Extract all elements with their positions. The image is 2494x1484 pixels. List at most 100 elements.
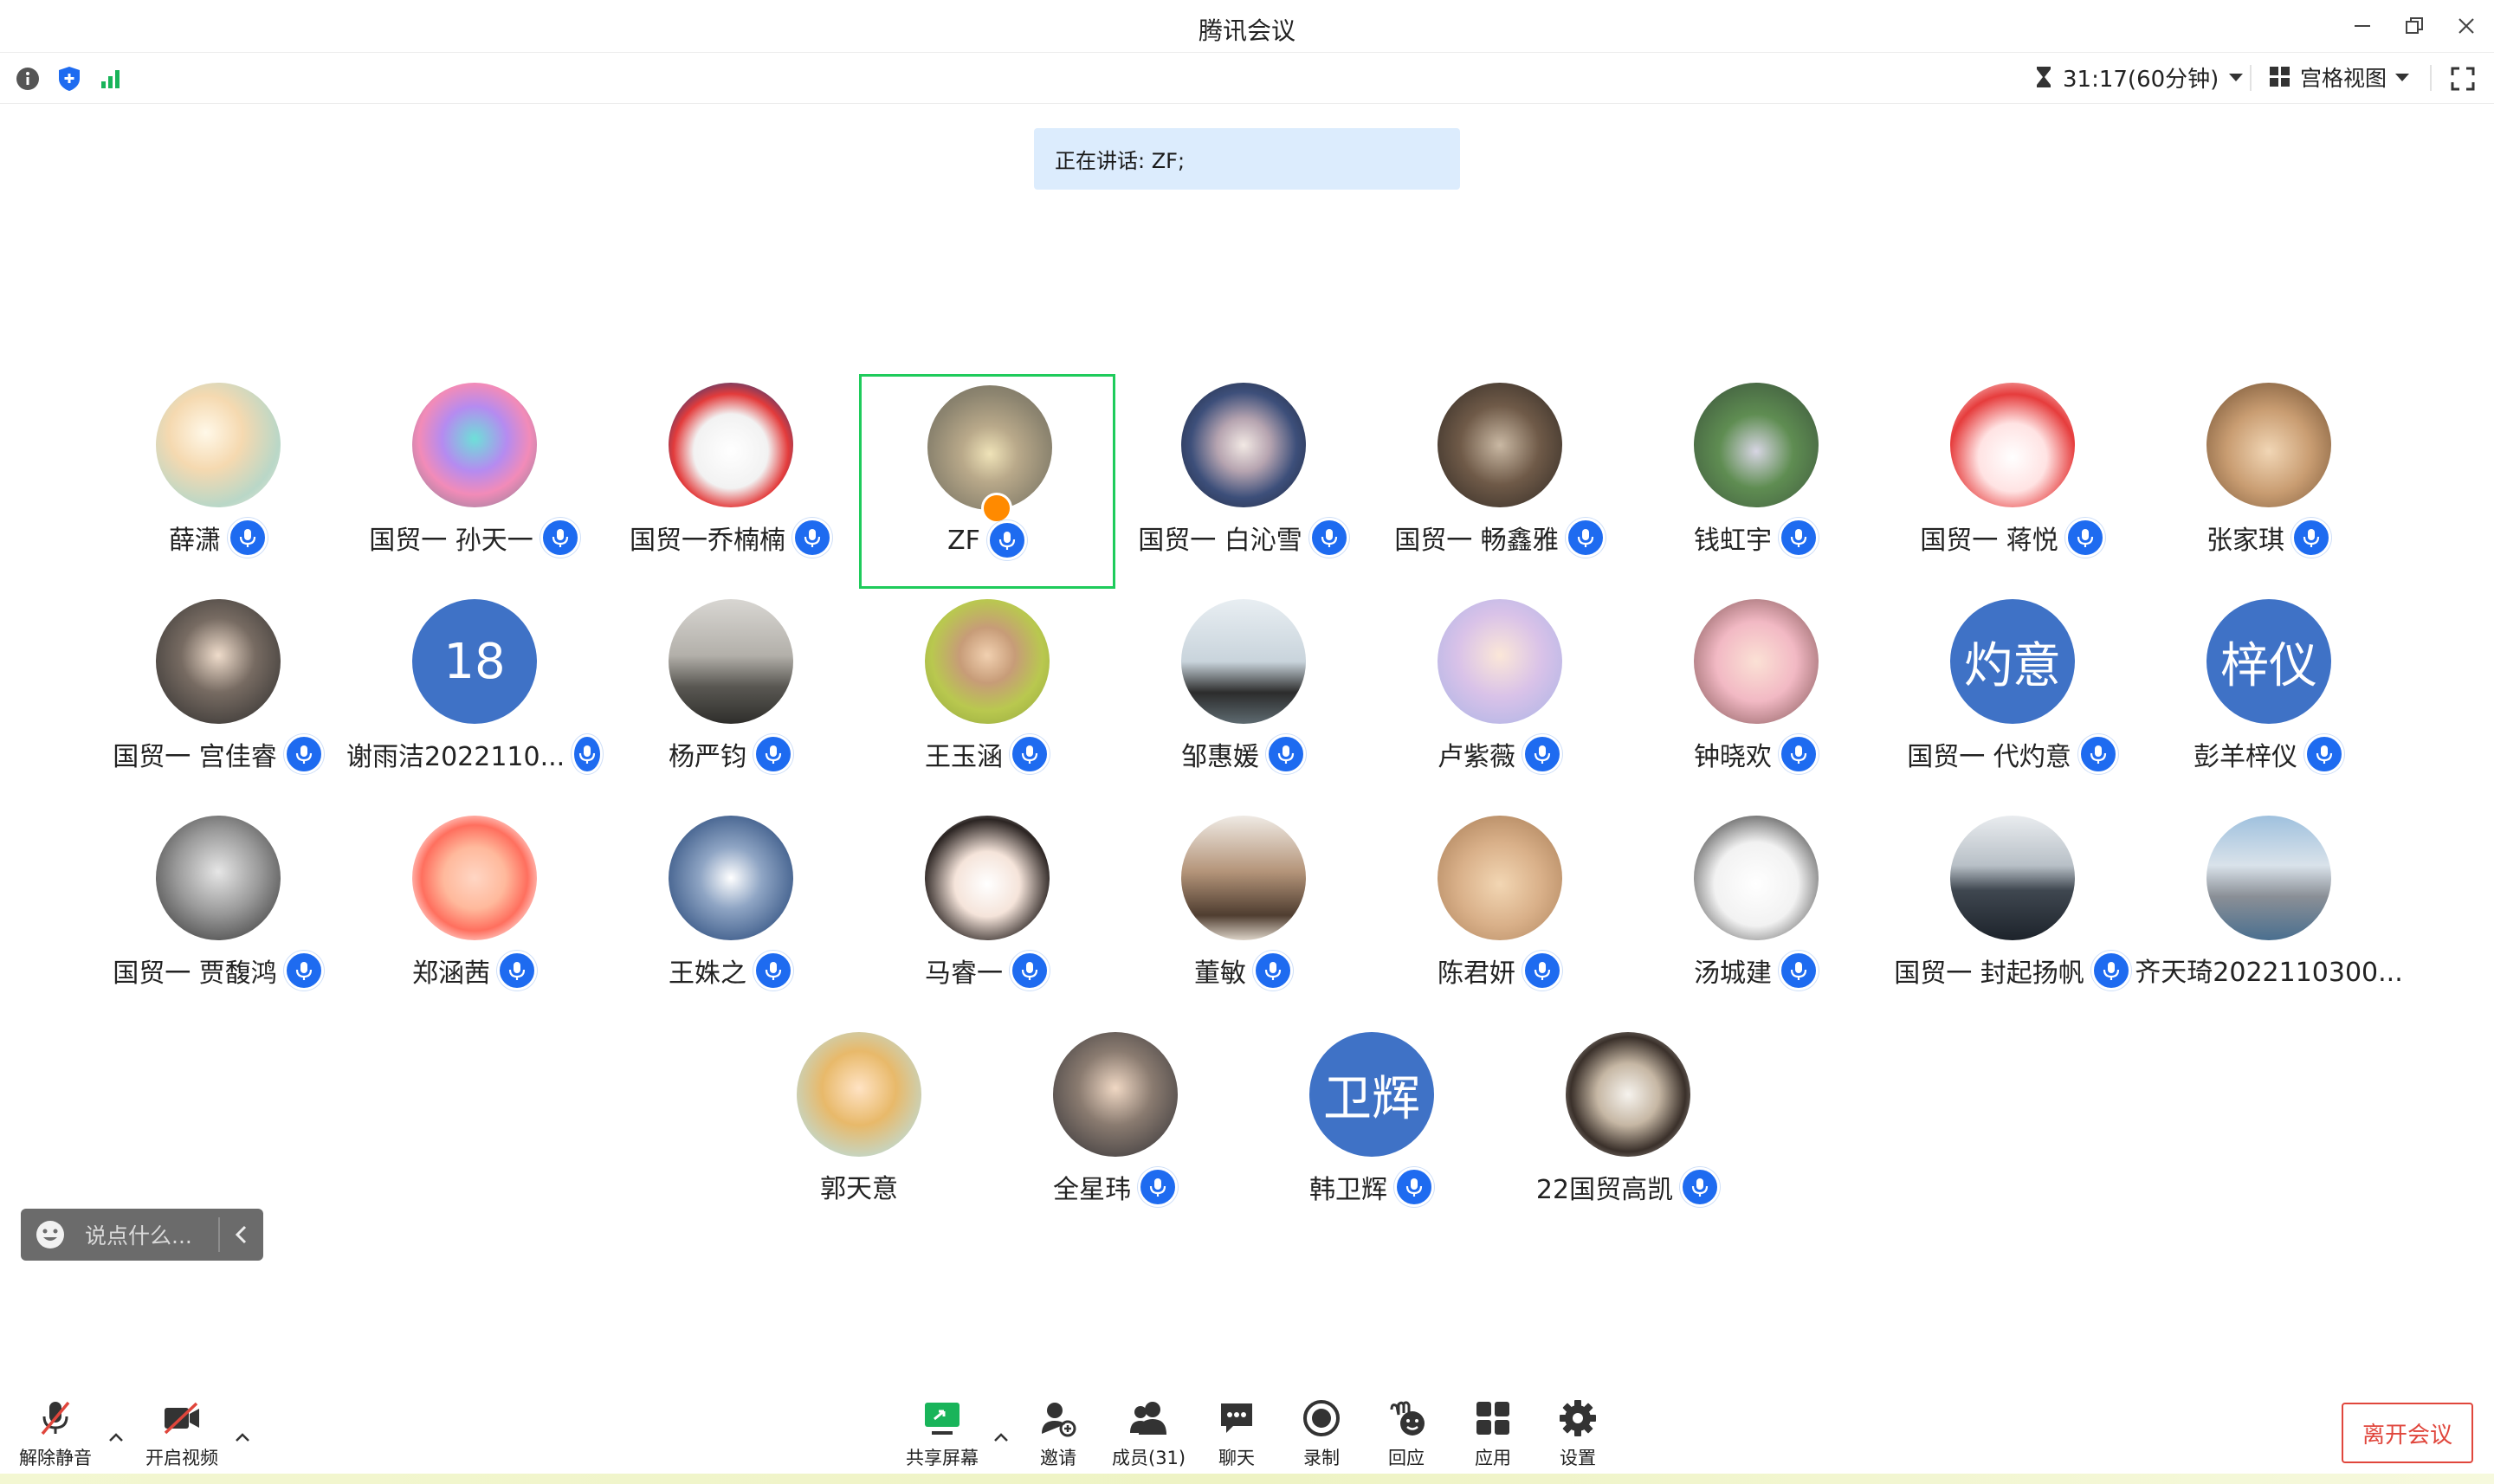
participant-tile[interactable]: 齐天琦2022110300... xyxy=(2135,807,2403,1022)
participant-name-row: 国贸一 白沁雪 xyxy=(1115,518,1372,558)
avatar-photo xyxy=(1950,383,2075,507)
participant-name: 国贸一 代灼意 xyxy=(1907,742,2071,772)
participant-tile[interactable]: 汤城建 xyxy=(1628,807,1884,1022)
participant-name: 卢紫薇 xyxy=(1438,742,1515,772)
participant-tile[interactable]: 国贸一 宫佳睿 xyxy=(90,590,346,805)
meeting-timer[interactable]: 31:17(60分钟) xyxy=(2035,61,2244,93)
security-button[interactable] xyxy=(55,65,83,93)
members-button[interactable]: 成员(31) xyxy=(1112,1397,1186,1470)
divider xyxy=(2250,65,2252,91)
participant-tile[interactable]: ZF xyxy=(859,374,1115,589)
participant-tile[interactable]: 灼意 国贸一 代灼意 xyxy=(1884,590,2141,805)
participant-tile[interactable]: 王玉涵 xyxy=(859,590,1115,805)
participant-tile[interactable]: 卫辉 韩卫辉 xyxy=(1244,1023,1500,1238)
mic-icon xyxy=(283,734,324,774)
participant-tile[interactable]: 国贸一 畅鑫雅 xyxy=(1372,374,1628,589)
share-screen-button[interactable]: 共享屏幕 xyxy=(906,1397,979,1470)
react-label: 回应 xyxy=(1388,1448,1425,1468)
close-button[interactable] xyxy=(2449,10,2484,42)
speaking-indicator: 正在讲话: ZF; xyxy=(1034,128,1460,190)
mic-icon xyxy=(1779,518,1819,558)
avatar-photo xyxy=(1694,816,1819,940)
avatar: 梓仪 xyxy=(2206,599,2331,724)
avatar-photo xyxy=(1438,383,1562,507)
participant-tile[interactable]: 王姝之 xyxy=(603,807,859,1022)
participant-name-row: 彭羊梓仪 xyxy=(2141,734,2397,774)
mic-icon xyxy=(497,951,537,990)
chat-button[interactable]: 聊天 xyxy=(1216,1397,1257,1470)
participant-name-row: 汤城建 xyxy=(1628,951,1884,990)
chat-input-box[interactable]: 说点什么... xyxy=(21,1209,263,1261)
start-video-button[interactable]: 开启视频 xyxy=(145,1397,218,1470)
unmute-button[interactable]: 解除静音 xyxy=(19,1397,92,1470)
participant-tile[interactable]: 邹惠媛 xyxy=(1115,590,1372,805)
participant-name: 国贸一 宫佳睿 xyxy=(113,742,277,772)
bottom-toolbar: 解除静音 开启视频 共享屏幕 邀请 成员(31) 聊天 录制 回应 应用 设置 xyxy=(0,1385,2494,1484)
participant-tile[interactable]: 钱虹宇 xyxy=(1628,374,1884,589)
participant-tile[interactable]: 国贸一 白沁雪 xyxy=(1115,374,1372,589)
participant-tile[interactable]: 国贸一 孙天一 xyxy=(346,374,603,589)
participant-name-row: 谢雨洁2022110... xyxy=(346,734,603,774)
participant-tile[interactable]: 马睿一 xyxy=(859,807,1115,1022)
participant-name: 谢雨洁2022110... xyxy=(346,742,565,772)
mic-icon xyxy=(1779,951,1819,990)
invite-button[interactable]: 邀请 xyxy=(1037,1397,1079,1470)
participant-tile[interactable]: 陈君妍 xyxy=(1372,807,1628,1022)
participant-tile[interactable]: 国贸一 贾馥鸿 xyxy=(90,807,346,1022)
mic-icon xyxy=(753,951,793,990)
participant-tile[interactable]: 杨严钧 xyxy=(603,590,859,805)
participant-name-row: 卢紫薇 xyxy=(1372,734,1628,774)
view-switch-button[interactable]: 宫格视图 xyxy=(2269,61,2410,93)
participant-name-row: ZF xyxy=(862,520,1113,560)
collapse-chat-button[interactable] xyxy=(220,1224,263,1245)
apps-button[interactable]: 应用 xyxy=(1472,1397,1514,1470)
participant-tile[interactable]: 董敏 xyxy=(1115,807,1372,1022)
restore-icon xyxy=(2406,17,2423,34)
chat-icon xyxy=(1221,1403,1252,1433)
shield-icon xyxy=(59,67,80,91)
participant-tile[interactable]: 国贸一 蒋悦 xyxy=(1884,374,2141,589)
participant-tile[interactable]: 卢紫薇 xyxy=(1372,590,1628,805)
participant-tile[interactable]: 国贸一乔楠楠 xyxy=(603,374,859,589)
participant-tile[interactable]: 钟晓欢 xyxy=(1628,590,1884,805)
participant-tile[interactable]: 梓仪 彭羊梓仪 xyxy=(2141,590,2397,805)
chevron-up-icon[interactable] xyxy=(107,1429,125,1446)
info-button[interactable] xyxy=(14,65,42,93)
participant-tile[interactable]: 薛潇 xyxy=(90,374,346,589)
participant-name: 王姝之 xyxy=(669,958,746,989)
unmute-label: 解除静音 xyxy=(19,1448,92,1468)
participant-tile[interactable]: 22国贸高凯 xyxy=(1500,1023,1756,1238)
avatar-photo xyxy=(412,383,537,507)
chevron-up-icon[interactable] xyxy=(992,1429,1010,1446)
add-user-icon xyxy=(1042,1403,1076,1437)
record-button[interactable]: 录制 xyxy=(1301,1397,1342,1470)
restore-button[interactable] xyxy=(2397,10,2432,42)
participant-tile[interactable]: 张家琪 xyxy=(2141,374,2397,589)
fullscreen-icon xyxy=(2451,67,2475,91)
participant-tile[interactable]: 郑涵茜 xyxy=(346,807,603,1022)
participant-name-row: 杨严钧 xyxy=(603,734,859,774)
mic-icon xyxy=(2077,734,2118,774)
participant-name: 薛潇 xyxy=(169,526,221,556)
network-button[interactable] xyxy=(97,65,125,93)
avatar-photo xyxy=(1181,383,1306,507)
settings-button[interactable]: 设置 xyxy=(1557,1397,1599,1470)
participant-tile[interactable]: 国贸一 封起扬帆 xyxy=(1884,807,2141,1022)
participant-name: 杨严钧 xyxy=(669,742,746,772)
avatar-photo xyxy=(1694,383,1819,507)
fullscreen-button[interactable] xyxy=(2449,65,2477,93)
participant-name-row: 韩卫辉 xyxy=(1244,1167,1500,1207)
leave-meeting-button[interactable]: 离开会议 xyxy=(2342,1403,2473,1463)
react-button[interactable]: 回应 xyxy=(1386,1397,1427,1470)
participant-name: 陈君妍 xyxy=(1438,958,1515,989)
chevron-up-icon[interactable] xyxy=(234,1429,251,1446)
participant-tile[interactable]: 18 谢雨洁2022110... xyxy=(346,590,603,805)
chat-placeholder[interactable]: 说点什么... xyxy=(85,1219,218,1250)
participant-tile[interactable]: 郭天意 xyxy=(731,1023,987,1238)
participant-tile[interactable]: 全星玮 xyxy=(987,1023,1244,1238)
close-icon xyxy=(2458,18,2474,34)
emoji-icon[interactable] xyxy=(35,1219,66,1250)
minimize-button[interactable] xyxy=(2345,10,2380,42)
participant-name-row: 董敏 xyxy=(1115,951,1372,990)
reaction-icon xyxy=(1390,1401,1425,1436)
